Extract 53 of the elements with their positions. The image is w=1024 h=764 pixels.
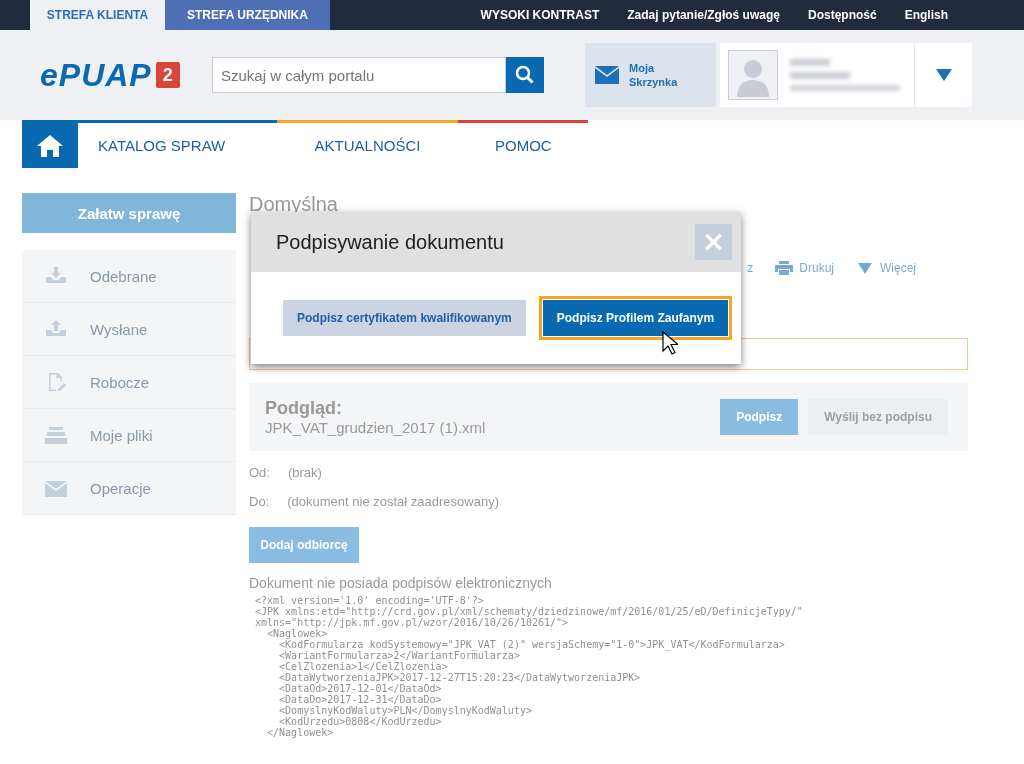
top-link[interactable]: Zadaj pytanie/Zgłoś uwagę	[627, 8, 780, 22]
toolbar-button[interactable]: z	[747, 261, 754, 275]
dialog-title: Podpisywanie dokumentu	[276, 230, 504, 254]
envelope-icon	[595, 66, 619, 84]
home-icon	[37, 134, 63, 157]
page-heading: Domyślna	[249, 193, 339, 217]
zone-tab[interactable]: STREFA URZĘDNIKA	[165, 0, 330, 30]
code-line: <KodUrzedu>0808</KodUrzedu>	[278, 716, 442, 727]
code-line: xmlns="http://jpk.mf.gov.pl/wzor/2016/10/26/10261/">	[255, 617, 569, 628]
sidebar-item[interactable]: Operacje	[22, 462, 236, 515]
top-link[interactable]: Dostępność	[807, 8, 877, 22]
caret-icon	[935, 69, 952, 81]
action-button[interactable]: Załatw sprawę	[22, 193, 236, 233]
sign-button[interactable]: Podpisz certyfikatem kwalifikowanym	[283, 300, 526, 336]
code-line: <CelZlozenia>1</CelZlozenia>	[278, 661, 449, 672]
top-link[interactable]: English	[904, 8, 948, 22]
code-line: <DataWytworzeniaJPK>2017-12-27T15:20:23</DataWytworzeniaJPK>	[278, 672, 642, 683]
code-line: <DomyslnyKodWaluty>PLN</DomyslnyKodWaluty>	[278, 705, 533, 716]
code-line: <JPK xmlns:etd="http://crd.gov.pl/xml/schematy/dziedzinowe/mf/2016/01/25/eD/DefinicjeTypy/"	[255, 606, 804, 617]
signature-note: Dokument nie posiada podpisów elektronicznych	[249, 575, 553, 591]
field-label: Od:	[249, 465, 270, 480]
cursor-icon	[662, 331, 678, 355]
sidebar-item[interactable]: Wysłane	[22, 303, 236, 356]
code-line: <KodFormularza kodSystemowy="JPK_VAT (2)" wersjaSchemy="1-0">JPK_VAT</KodFormularza>	[279, 639, 786, 650]
search-button[interactable]	[506, 57, 544, 93]
toolbar-button[interactable]: Drukuj	[775, 261, 834, 275]
top-link[interactable]: WYSOKI KONTRAST	[480, 8, 600, 22]
mailbox-button[interactable]: Moja Skrzynka	[585, 43, 716, 107]
code-line: <?xml version='1.0' encoding='UTF-8'?>	[255, 595, 484, 606]
caret-icon	[856, 261, 874, 275]
sidebar-item[interactable]: Robocze	[22, 356, 236, 409]
avatar-icon	[728, 50, 778, 100]
field-value: (brak)	[287, 465, 322, 480]
logo-badge: 2	[155, 62, 180, 88]
sidebar-item[interactable]: Odebrane	[22, 250, 236, 303]
logo-text[interactable]: ePUAP	[40, 56, 152, 94]
home-button[interactable]	[22, 120, 78, 168]
search-icon	[515, 65, 535, 85]
file-name: JPK_VAT_grudzien_2017 (1).xml	[265, 419, 486, 436]
code-line: <DataOd>2017-12-01</DataOd>	[278, 683, 442, 694]
printer-icon	[775, 261, 794, 275]
code-line: <WariantFormularza>2</WariantFormularza>	[278, 650, 521, 661]
toolbar-button[interactable]: Więcej	[856, 261, 916, 275]
code-line: <Naglowek>	[267, 628, 328, 639]
search-field[interactable]: Szukaj w całym portalu	[212, 57, 506, 93]
sidebar-item[interactable]: Moje pliki	[22, 409, 236, 462]
field-label: Do:	[249, 494, 270, 509]
preview-title: Podgląd:	[265, 398, 343, 419]
tray-icon	[44, 424, 68, 446]
code-line: <DataDo>2017-12-31</DataDo>	[278, 694, 443, 705]
field-value: (dokument nie został zaadresowany)	[287, 494, 499, 509]
code-line: </Naglowek>	[266, 727, 335, 738]
zone-tab[interactable]: STREFA KLIENTA	[30, 0, 165, 30]
